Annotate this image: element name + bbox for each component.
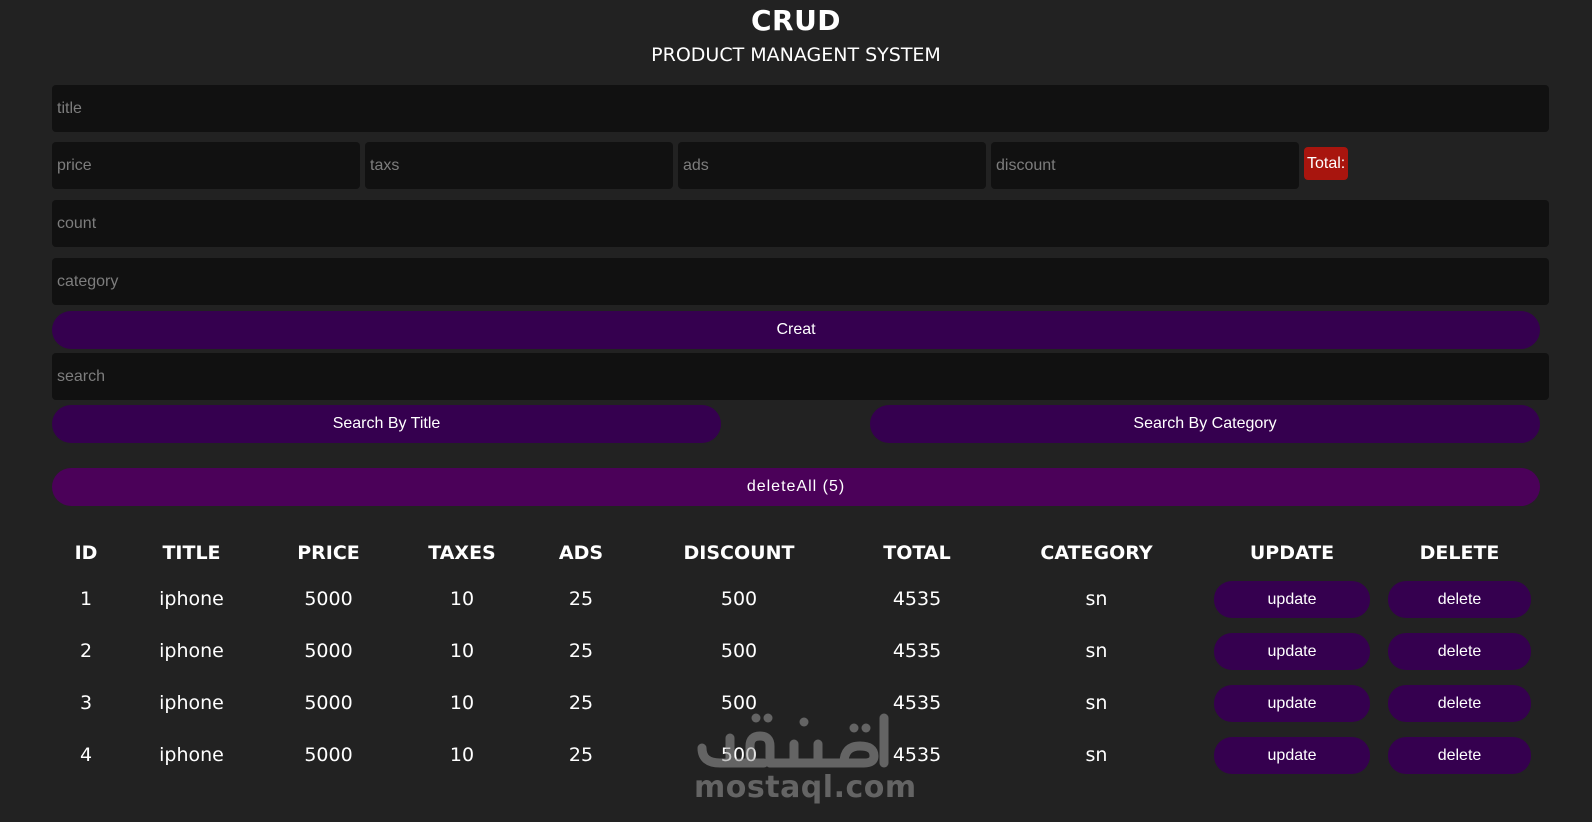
table-row: 3 iphone 5000 10 25 500 4535 sn update d…: [52, 677, 1540, 729]
cell-discount: 500: [720, 640, 758, 662]
column-header-ads: ADS: [558, 542, 604, 564]
cell-category: sn: [1085, 744, 1108, 766]
cell-ads: 25: [568, 640, 594, 662]
cell-delete: delete: [1379, 625, 1540, 677]
delete-button[interactable]: delete: [1388, 580, 1531, 618]
cell-id: 4: [79, 744, 93, 766]
update-button[interactable]: update: [1214, 580, 1370, 618]
cell-delete: delete: [1379, 677, 1540, 729]
ads-input[interactable]: [678, 142, 986, 189]
cell-title: iphone: [159, 588, 224, 610]
cell-taxes: 10: [449, 744, 475, 766]
price-input[interactable]: [52, 142, 360, 189]
column-header-discount: DISCOUNT: [683, 542, 795, 564]
cell-update: update: [1205, 625, 1379, 677]
page-title: CRUD: [750, 4, 842, 37]
table-header-row: ID TITLE PRICE TAXES ADS DISCOUNT TOTAL …: [52, 533, 1540, 573]
cell-category: sn: [1085, 588, 1108, 610]
cell-title: iphone: [159, 640, 224, 662]
category-input[interactable]: [52, 258, 1549, 305]
cell-id: 1: [79, 588, 93, 610]
cell-delete: delete: [1379, 573, 1540, 625]
cell-total: 4535: [892, 744, 942, 766]
crud-app: CRUD PRODUCT MANAGENT SYSTEM Total: Crea…: [0, 0, 1592, 822]
cell-ads: 25: [568, 744, 594, 766]
column-header-id: ID: [74, 542, 98, 564]
cell-ads: 25: [568, 692, 594, 714]
cell-price: 5000: [304, 640, 353, 662]
table-row: 1 iphone 5000 10 25 500 4535 sn update d…: [52, 573, 1540, 625]
delete-button[interactable]: delete: [1388, 684, 1531, 722]
cell-price: 5000: [304, 692, 353, 714]
discount-input[interactable]: [991, 142, 1299, 189]
cell-update: update: [1205, 573, 1379, 625]
cell-discount: 500: [720, 588, 758, 610]
cell-taxes: 10: [449, 588, 475, 610]
search-by-title-button[interactable]: Search By Title: [52, 405, 721, 443]
cell-taxes: 10: [449, 692, 475, 714]
products-table: ID TITLE PRICE TAXES ADS DISCOUNT TOTAL …: [52, 533, 1540, 781]
cell-id: 3: [79, 692, 93, 714]
delete-button[interactable]: delete: [1388, 736, 1531, 774]
cell-ads: 25: [568, 588, 594, 610]
column-header-category: CATEGORY: [1040, 542, 1153, 564]
column-header-title: TITLE: [162, 542, 221, 564]
search-by-category-button[interactable]: Search By Category: [870, 405, 1540, 443]
cell-total: 4535: [892, 588, 942, 610]
table-row: 2 iphone 5000 10 25 500 4535 sn update d…: [52, 625, 1540, 677]
table-row: 4 iphone 5000 10 25 500 4535 sn update d…: [52, 729, 1540, 781]
cell-title: iphone: [159, 692, 224, 714]
cell-discount: 500: [720, 744, 758, 766]
create-button[interactable]: Creat: [52, 311, 1540, 349]
cell-total: 4535: [892, 640, 942, 662]
cell-total: 4535: [892, 692, 942, 714]
column-header-update: UPDATE: [1249, 542, 1335, 564]
cell-discount: 500: [720, 692, 758, 714]
title-input[interactable]: [52, 85, 1549, 132]
update-button[interactable]: update: [1214, 736, 1370, 774]
update-button[interactable]: update: [1214, 632, 1370, 670]
column-header-taxes: TAXES: [428, 542, 496, 564]
cell-category: sn: [1085, 640, 1108, 662]
cell-price: 5000: [304, 588, 353, 610]
count-input[interactable]: [52, 200, 1549, 247]
column-header-price: PRICE: [297, 542, 360, 564]
cell-update: update: [1205, 677, 1379, 729]
total-badge: Total:: [1304, 147, 1349, 180]
cell-delete: delete: [1379, 729, 1540, 781]
cell-price: 5000: [304, 744, 353, 766]
cell-update: update: [1205, 729, 1379, 781]
page-subtitle: PRODUCT MANAGENT SYSTEM: [651, 44, 941, 66]
taxes-input[interactable]: [365, 142, 673, 189]
cell-taxes: 10: [449, 640, 475, 662]
delete-all-button[interactable]: deleteAll (5): [52, 468, 1540, 506]
column-header-total: TOTAL: [883, 542, 951, 564]
update-button[interactable]: update: [1214, 684, 1370, 722]
cell-id: 2: [79, 640, 93, 662]
cell-category: sn: [1085, 692, 1108, 714]
search-input[interactable]: [52, 353, 1549, 400]
delete-button[interactable]: delete: [1388, 632, 1531, 670]
cell-title: iphone: [159, 744, 224, 766]
column-header-delete: DELETE: [1419, 542, 1500, 564]
